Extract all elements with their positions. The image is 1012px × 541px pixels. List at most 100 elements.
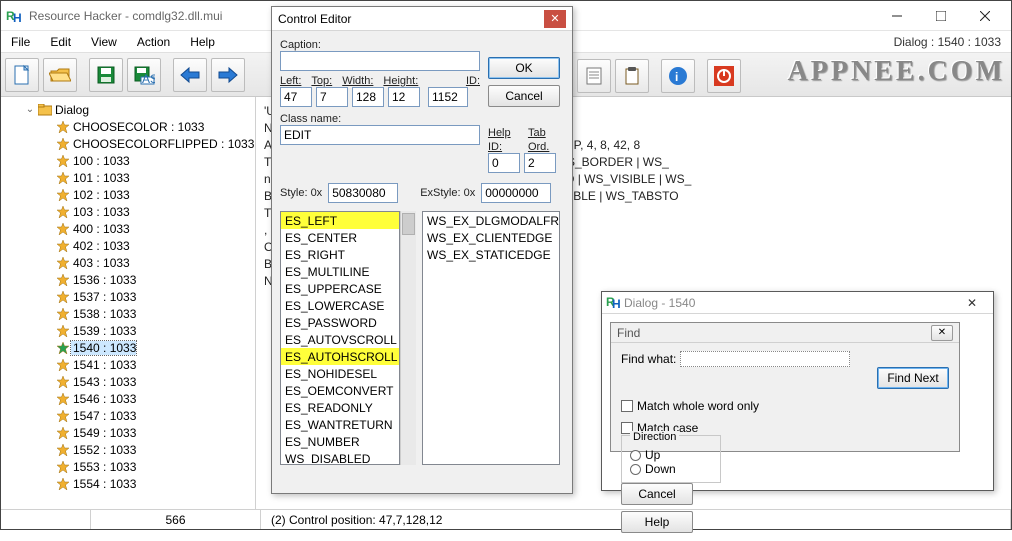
tree-item[interactable]: 100 : 1033 <box>5 152 255 169</box>
style-item[interactable]: ES_MULTILINE <box>281 263 399 280</box>
dialog-header[interactable]: Control Editor ✕ <box>272 7 572 31</box>
style-item[interactable]: WS_DISABLED <box>281 450 399 465</box>
tree-item[interactable]: 1537 : 1033 <box>5 288 255 305</box>
star-icon <box>55 324 71 338</box>
class-input[interactable] <box>280 125 480 145</box>
style-item[interactable]: ES_NOHIDESEL <box>281 365 399 382</box>
open-button[interactable] <box>43 58 77 92</box>
menu-help[interactable]: Help <box>180 33 225 51</box>
star-icon <box>55 120 71 134</box>
script-button[interactable] <box>577 59 611 93</box>
folder-icon <box>37 103 53 117</box>
dialog-close-button[interactable]: ✕ <box>544 10 566 28</box>
tree-item[interactable]: 400 : 1033 <box>5 220 255 237</box>
tree-item[interactable]: CHOOSECOLORFLIPPED : 1033 <box>5 135 255 152</box>
save-button[interactable] <box>89 58 123 92</box>
preview-window[interactable]: RH Dialog - 1540 ✕ Find ✕ Find what: Fin… <box>601 291 994 491</box>
match-whole-word-checkbox[interactable]: Match whole word only <box>621 399 949 413</box>
find-close-button[interactable]: ✕ <box>931 325 953 341</box>
preview-close-button[interactable]: ✕ <box>955 296 989 310</box>
findwhat-input[interactable] <box>680 351 850 367</box>
exstyle-input[interactable] <box>481 183 551 203</box>
tree-root[interactable]: ⌄ Dialog <box>5 101 255 118</box>
tree-item-label: 1547 : 1033 <box>71 409 136 423</box>
top-input[interactable] <box>316 87 348 107</box>
tree-item[interactable]: 1552 : 1033 <box>5 441 255 458</box>
tree-item-label: 1553 : 1033 <box>71 460 136 474</box>
power-button[interactable] <box>707 59 741 93</box>
tree-item[interactable]: 1547 : 1033 <box>5 407 255 424</box>
find-cancel-button[interactable]: Cancel <box>621 483 693 505</box>
find-dialog[interactable]: Find ✕ Find what: Find Next Match whole … <box>610 322 960 452</box>
maximize-button[interactable] <box>919 2 963 30</box>
exstyle-item[interactable]: WS_EX_STATICEDGE <box>423 246 559 263</box>
style-item[interactable]: ES_PASSWORD <box>281 314 399 331</box>
style-item[interactable]: ES_LOWERCASE <box>281 297 399 314</box>
redo-button[interactable] <box>211 58 245 92</box>
styles-list[interactable]: ES_LEFTES_CENTERES_RIGHTES_MULTILINEES_U… <box>280 211 400 465</box>
tree-item[interactable]: 1549 : 1033 <box>5 424 255 441</box>
tabord-input[interactable] <box>524 153 556 173</box>
style-item[interactable]: ES_NUMBER <box>281 433 399 450</box>
direction-down-radio[interactable]: Down <box>630 462 712 476</box>
style-item[interactable]: ES_AUTOVSCROLL <box>281 331 399 348</box>
style-item[interactable]: ES_CENTER <box>281 229 399 246</box>
exstyles-list[interactable]: WS_EX_DLGMODALFRAMEWS_EX_CLIENTEDGEWS_EX… <box>422 211 560 465</box>
info-button[interactable]: i <box>661 59 695 93</box>
exstyle-item[interactable]: WS_EX_DLGMODALFRAME <box>423 212 559 229</box>
helpid-input[interactable] <box>488 153 520 173</box>
tree-item[interactable]: 1536 : 1033 <box>5 271 255 288</box>
tree-item[interactable]: CHOOSECOLOR : 1033 <box>5 118 255 135</box>
ok-button[interactable]: OK <box>488 57 560 79</box>
style-item[interactable]: ES_LEFT <box>281 212 399 229</box>
menu-view[interactable]: View <box>81 33 127 51</box>
tree-item[interactable]: 1538 : 1033 <box>5 305 255 322</box>
tree-item[interactable]: 1541 : 1033 <box>5 356 255 373</box>
save-as-button[interactable]: AS <box>127 58 161 92</box>
tree-item[interactable]: 1553 : 1033 <box>5 458 255 475</box>
direction-up-radio[interactable]: Up <box>630 448 712 462</box>
left-input[interactable] <box>280 87 312 107</box>
exstyle-item[interactable]: WS_EX_CLIENTEDGE <box>423 229 559 246</box>
id-input[interactable] <box>428 87 468 107</box>
tree-item-label: 1554 : 1033 <box>71 477 136 491</box>
cancel-button[interactable]: Cancel <box>488 85 560 107</box>
tabord-label: Tab Ord. <box>528 127 549 153</box>
tree-item[interactable]: 1546 : 1033 <box>5 390 255 407</box>
tree-item[interactable]: 1543 : 1033 <box>5 373 255 390</box>
tree-item[interactable]: 1540 : 1033 <box>5 339 255 356</box>
undo-button[interactable] <box>173 58 207 92</box>
style-item[interactable]: ES_READONLY <box>281 399 399 416</box>
menu-file[interactable]: File <box>1 33 40 51</box>
tree-item[interactable]: 402 : 1033 <box>5 237 255 254</box>
width-input[interactable] <box>352 87 384 107</box>
minimize-button[interactable] <box>875 2 919 30</box>
styles-scrollbar[interactable] <box>400 211 416 465</box>
tree-item-label: 101 : 1033 <box>71 171 130 185</box>
menu-edit[interactable]: Edit <box>40 33 81 51</box>
caption-input[interactable] <box>280 51 480 71</box>
find-header[interactable]: Find ✕ <box>611 323 959 343</box>
style-item[interactable]: ES_AUTOHSCROLL <box>281 348 399 365</box>
style-item[interactable]: ES_RIGHT <box>281 246 399 263</box>
menu-action[interactable]: Action <box>127 33 180 51</box>
height-input[interactable] <box>388 87 420 107</box>
new-button[interactable] <box>5 58 39 92</box>
resource-tree[interactable]: ⌄ Dialog CHOOSECOLOR : 1033CHOOSECOLORFL… <box>1 97 256 509</box>
style-input[interactable] <box>328 183 398 203</box>
style-item[interactable]: ES_WANTRETURN <box>281 416 399 433</box>
tree-item[interactable]: 103 : 1033 <box>5 203 255 220</box>
preview-header[interactable]: RH Dialog - 1540 ✕ <box>602 292 993 314</box>
tree-item[interactable]: 102 : 1033 <box>5 186 255 203</box>
tree-item[interactable]: 1539 : 1033 <box>5 322 255 339</box>
collapse-icon[interactable]: ⌄ <box>23 104 37 115</box>
close-button[interactable] <box>963 2 1007 30</box>
control-editor-dialog[interactable]: Control Editor ✕ Caption: Left: Top: Wid… <box>271 6 573 494</box>
clipboard-button[interactable] <box>615 59 649 93</box>
findnext-button[interactable]: Find Next <box>877 367 949 389</box>
tree-item[interactable]: 1554 : 1033 <box>5 475 255 492</box>
tree-item[interactable]: 403 : 1033 <box>5 254 255 271</box>
style-item[interactable]: ES_UPPERCASE <box>281 280 399 297</box>
tree-item[interactable]: 101 : 1033 <box>5 169 255 186</box>
style-item[interactable]: ES_OEMCONVERT <box>281 382 399 399</box>
